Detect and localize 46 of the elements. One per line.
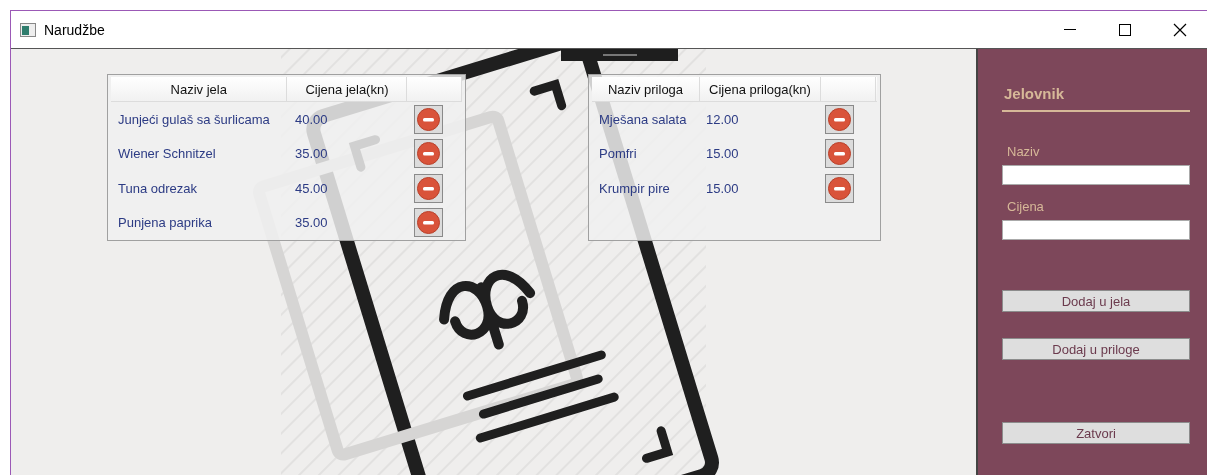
table-cell-text: 40.00 bbox=[294, 111, 329, 127]
table-cell-text: 12.00 bbox=[705, 111, 740, 127]
remove-button[interactable] bbox=[825, 139, 854, 169]
table-cell-text: Tuna odrezak bbox=[117, 180, 198, 196]
input-field[interactable] bbox=[1002, 220, 1190, 240]
table-cell-text: 15.00 bbox=[705, 180, 740, 196]
table-cell-text: Punjena paprika bbox=[117, 215, 213, 231]
minus-icon bbox=[828, 142, 851, 166]
remove-button[interactable] bbox=[414, 104, 443, 134]
remove-button[interactable] bbox=[414, 139, 443, 169]
close-icon bbox=[1172, 22, 1187, 37]
table-cell-text: 35.00 bbox=[294, 215, 329, 231]
field-label: Cijena bbox=[1006, 199, 1045, 214]
minimize-icon bbox=[1063, 29, 1076, 30]
minus-icon bbox=[828, 107, 851, 131]
minus-icon bbox=[417, 107, 440, 131]
remove-button[interactable] bbox=[825, 104, 854, 134]
table-cell-text: Wiener Schnitzel bbox=[117, 146, 217, 162]
column-header[interactable]: Naziv priloga bbox=[592, 77, 700, 101]
table-cell-text: Pomfri bbox=[598, 146, 638, 162]
action-button[interactable]: Dodaj u priloge bbox=[1002, 338, 1190, 360]
sidebar-title: Jelovnik bbox=[1002, 85, 1190, 112]
action-button[interactable]: Zatvori bbox=[1002, 422, 1190, 444]
remove-button[interactable] bbox=[825, 173, 854, 203]
field-label: Naziv bbox=[1006, 144, 1041, 159]
minus-icon bbox=[828, 176, 851, 200]
window-title: Narudžbe bbox=[44, 21, 105, 38]
table-cell-text: 35.00 bbox=[294, 146, 329, 162]
action-button[interactable]: Dodaj u jela bbox=[1002, 290, 1190, 312]
grip-handle[interactable] bbox=[561, 49, 678, 61]
input-field[interactable] bbox=[1002, 165, 1190, 185]
maximize-icon bbox=[1117, 22, 1132, 37]
window-icon bbox=[20, 22, 36, 37]
remove-button[interactable] bbox=[414, 173, 443, 203]
table-cell-text: Mješana salata bbox=[598, 111, 688, 127]
table-cell-text: Junjeći gulaš sa šurlicama bbox=[117, 111, 271, 127]
minus-icon bbox=[417, 176, 440, 200]
table-cell-text: 15.00 bbox=[705, 146, 740, 162]
table-cell-text: 45.00 bbox=[294, 180, 329, 196]
remove-button[interactable] bbox=[414, 208, 443, 238]
table-cell-text: Krumpir pire bbox=[598, 180, 671, 196]
column-header[interactable]: Cijena jela(kn) bbox=[287, 77, 408, 101]
column-header[interactable]: Cijena priloga(kn) bbox=[700, 77, 821, 101]
minus-icon bbox=[417, 142, 440, 166]
column-header[interactable]: Naziv jela bbox=[111, 77, 288, 101]
minus-icon bbox=[417, 211, 440, 235]
